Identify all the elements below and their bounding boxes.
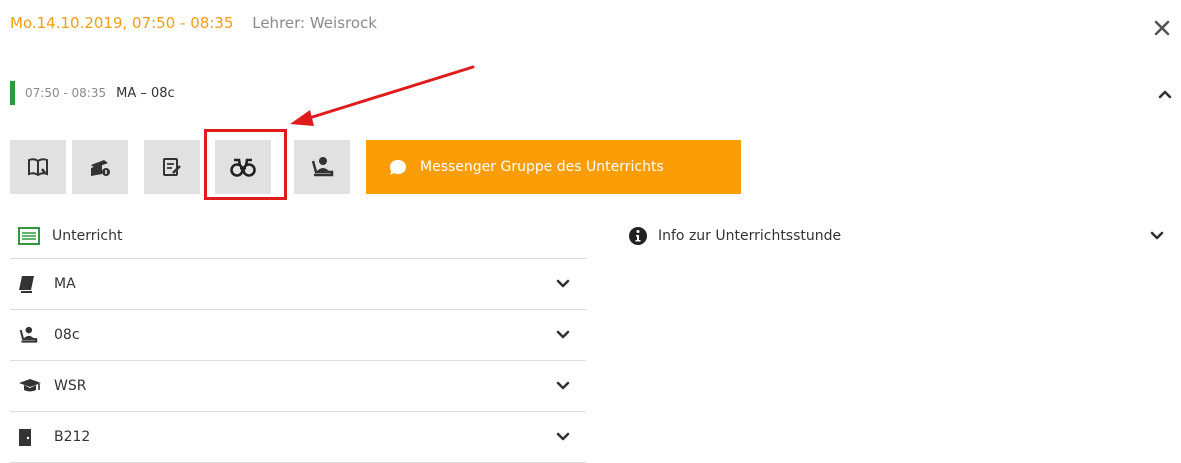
door-icon <box>18 428 48 446</box>
messenger-label: Messenger Gruppe des Unterrichts <box>420 159 664 175</box>
messenger-group-button[interactable]: Messenger Gruppe des Unterrichts <box>366 140 741 194</box>
chevron-down-icon <box>556 381 570 390</box>
close-icon <box>1154 20 1170 36</box>
lesson-details-heading: Unterricht <box>10 214 586 259</box>
teacher-label: Lehrer: Weisrock <box>252 14 377 32</box>
subject-row[interactable]: MA <box>10 259 586 310</box>
chat-bubble-icon <box>390 160 406 175</box>
teacher-row[interactable]: WSR <box>10 361 586 412</box>
class-register-button[interactable] <box>10 140 66 194</box>
lesson-info-label: Info zur Unterrichtsstunde <box>658 228 842 244</box>
chevron-down-icon <box>556 279 570 288</box>
lesson-row[interactable]: 07:50 - 08:35 MA – 08c <box>10 80 175 106</box>
student-seat-icon <box>18 326 48 344</box>
lesson-notes-button[interactable] <box>144 140 200 194</box>
book-icon <box>18 275 48 293</box>
homework-button[interactable] <box>72 140 128 194</box>
collapse-button[interactable] <box>1158 86 1172 100</box>
class-row[interactable]: 08c <box>10 310 586 361</box>
chevron-down-icon <box>1150 231 1164 240</box>
chevron-down-icon <box>556 432 570 441</box>
class-label: 08c <box>54 327 80 343</box>
highlight-box <box>204 129 287 200</box>
lesson-details-heading-label: Unterricht <box>52 228 123 244</box>
books-icon <box>91 160 110 176</box>
open-book-icon <box>28 158 48 177</box>
graduation-cap-icon <box>18 378 48 394</box>
subject-label: MA <box>54 276 76 292</box>
info-icon <box>629 227 647 245</box>
chevron-down-icon <box>556 330 570 339</box>
room-row[interactable]: B212 <box>10 412 586 463</box>
lesson-status-bar <box>10 81 15 105</box>
lesson-header: Mo.14.10.2019, 07:50 - 08:35 Lehrer: Wei… <box>10 14 377 32</box>
lesson-title: MA – 08c <box>116 85 175 101</box>
timetable-icon <box>18 227 40 245</box>
lesson-details-panel: Unterricht MA 08c WSR B212 <box>10 214 586 463</box>
chevron-up-icon <box>1158 90 1172 99</box>
teacher-row-label: WSR <box>54 378 87 394</box>
lesson-datetime: Mo.14.10.2019, 07:50 - 08:35 <box>10 14 234 32</box>
edit-note-icon <box>163 158 181 176</box>
student-seat-icon <box>311 157 334 177</box>
seating-plan-button[interactable] <box>294 140 350 194</box>
room-label: B212 <box>54 429 91 445</box>
lesson-info-toggle[interactable]: Info zur Unterrichtsstunde <box>628 224 1164 248</box>
lesson-time: 07:50 - 08:35 <box>25 86 107 100</box>
close-button[interactable] <box>1149 15 1175 41</box>
